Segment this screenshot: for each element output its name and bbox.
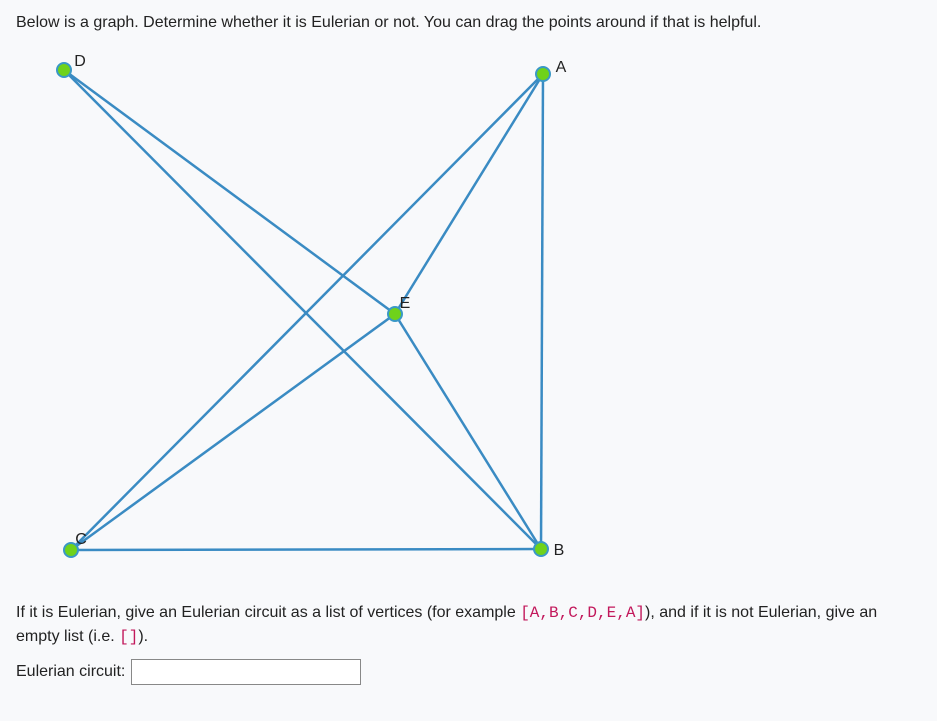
edge-d-e [64,70,395,314]
graph-canvas[interactable]: A B C D E [16,42,921,587]
edge-d-b [64,70,541,549]
edge-c-b [71,549,541,550]
instruction-text-post: ). [138,628,148,645]
edge-a-b [541,74,543,549]
vertex-d[interactable] [56,62,72,78]
empty-list-code: [] [119,628,138,646]
vertex-label-b: B [554,542,565,560]
vertex-label-a: A [556,59,567,77]
example-list-code: [A,B,C,D,E,A] [520,604,645,622]
vertex-a[interactable] [535,66,551,82]
edge-e-b [395,314,541,549]
vertex-label-d: D [74,53,86,71]
vertex-label-e: E [400,295,411,313]
problem-prompt: Below is a graph. Determine whether it i… [16,14,921,32]
edge-e-a [395,74,543,314]
answer-instruction: If it is Eulerian, give an Eulerian circ… [16,601,921,649]
graph-edges-svg [16,42,921,587]
vertex-b[interactable] [533,541,549,557]
edge-e-c [71,314,395,550]
vertex-label-c: C [75,531,87,549]
instruction-text-pre: If it is Eulerian, give an Eulerian circ… [16,604,520,621]
eulerian-circuit-input[interactable] [131,659,361,685]
answer-label: Eulerian circuit: [16,663,125,681]
